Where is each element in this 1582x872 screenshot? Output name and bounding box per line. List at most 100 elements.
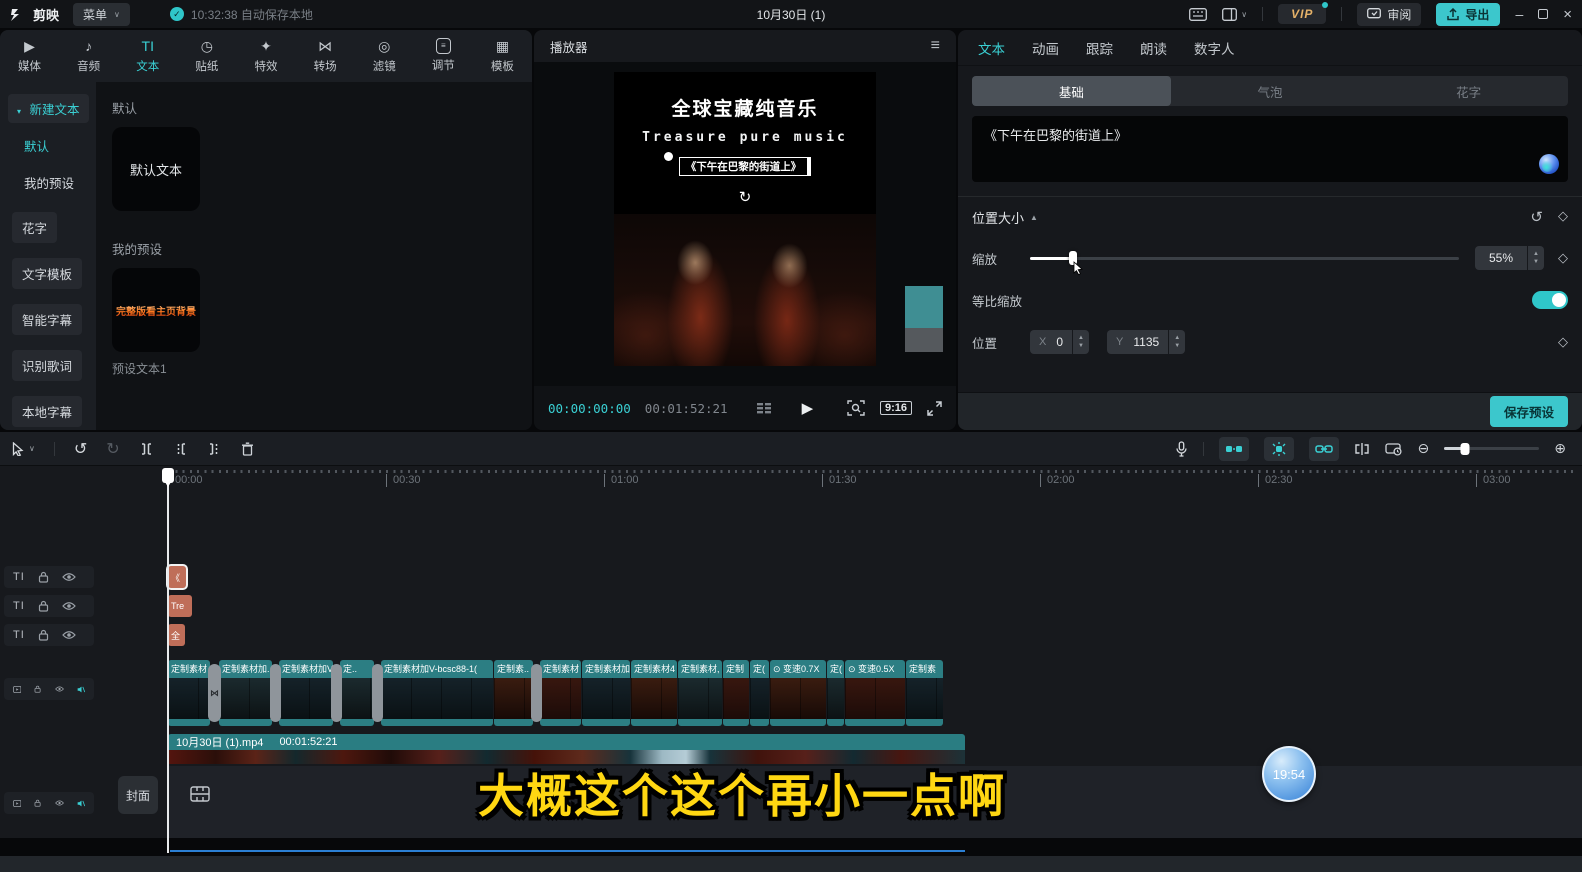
stepper-arrows[interactable]: ▲▼ — [1073, 330, 1089, 354]
video-clip[interactable]: 定制素 — [906, 660, 943, 726]
collapse-caret-icon[interactable]: ▲ — [1030, 213, 1038, 222]
save-preset-button[interactable]: 保存预设 — [1490, 396, 1568, 427]
text-clip[interactable]: 《 — [168, 566, 186, 588]
video-clip[interactable]: 定制素材, — [678, 660, 722, 726]
x-value[interactable]: 0 — [1056, 335, 1063, 349]
media-toolbar-tab[interactable]: ▶ 媒体 — [0, 30, 59, 82]
stepper-arrows[interactable]: ▲▼ — [1169, 330, 1185, 354]
lock-icon[interactable] — [38, 629, 49, 641]
video-preview[interactable]: 全球宝藏纯音乐 Treasure pure music 《下午在巴黎的街道上》 … — [614, 72, 876, 366]
media-toolbar-tab[interactable]: ⋈ 转场 — [296, 30, 355, 82]
text-clip[interactable]: 全 — [168, 624, 185, 646]
scroll-thumb[interactable] — [905, 286, 943, 328]
video-clip[interactable]: 定.. — [340, 660, 374, 726]
zoom-out-icon[interactable]: ⊖ — [1418, 440, 1430, 457]
inspector-subtab[interactable]: 气泡 — [1171, 76, 1370, 106]
video-clip[interactable]: 定制素.. — [494, 660, 533, 726]
vip-button[interactable]: VIP — [1278, 4, 1326, 24]
eye-icon[interactable] — [55, 684, 64, 694]
scale-slider[interactable] — [1030, 257, 1459, 260]
scale-value[interactable]: 55% — [1475, 246, 1527, 270]
video-clip[interactable]: 定制素材加V-bcsc88-1( — [381, 660, 493, 726]
window-minimize-button[interactable]: – — [1515, 6, 1523, 22]
video-clip[interactable]: 定制素材4 — [631, 660, 677, 726]
sidebar-item[interactable]: 新建文本 — [8, 94, 89, 123]
text-content-input[interactable]: 《下午在巴黎的街道上》 — [972, 116, 1568, 182]
inspector-tab[interactable]: 动画 — [1032, 38, 1059, 58]
timeline-ruler[interactable]: 00:00 00:30 01:00 01:30 02:00 02:30 03:0… — [168, 474, 1582, 487]
record-voiceover-icon[interactable] — [1175, 441, 1188, 457]
media-toolbar-tab[interactable]: ◎ 滤镜 — [355, 30, 414, 82]
video-clip[interactable]: 定制 — [723, 660, 749, 726]
audio-track-line[interactable] — [170, 850, 965, 852]
sidebar-item[interactable]: 我的预设 — [24, 168, 74, 197]
scale-value-stepper[interactable]: 55% ▲▼ — [1475, 246, 1544, 270]
layout-switch-button[interactable]: ∨ — [1222, 8, 1247, 21]
playhead-line[interactable] — [167, 481, 169, 853]
uniform-scale-toggle[interactable] — [1532, 291, 1568, 309]
lock-icon[interactable] — [38, 571, 49, 583]
keyframe-diamond-icon[interactable]: ◇ — [1558, 250, 1568, 266]
rotate-handle-icon[interactable]: ↻ — [614, 188, 876, 206]
sidebar-item[interactable]: 默认 — [24, 131, 49, 160]
menu-button[interactable]: 菜单 ∨ — [73, 3, 130, 26]
timeline-zoom-slider[interactable] — [1444, 447, 1539, 450]
eye-icon[interactable] — [62, 601, 76, 611]
undo-button[interactable]: ↺ — [74, 439, 87, 459]
overlay-subtitle-text[interactable]: Treasure pure music — [614, 130, 876, 145]
preview-focus-icon[interactable] — [847, 400, 865, 416]
video-clip[interactable] — [372, 664, 383, 722]
preview-axis-button[interactable] — [1309, 437, 1339, 461]
media-toolbar-tab[interactable]: TI 文本 — [118, 30, 177, 82]
video-clip[interactable]: ⋈ — [208, 664, 221, 722]
window-maximize-button[interactable] — [1538, 9, 1548, 19]
inspector-tab[interactable]: 数字人 — [1194, 38, 1235, 58]
zoom-slider-handle[interactable] — [1461, 443, 1470, 455]
stepper-arrows[interactable]: ▲▼ — [1528, 246, 1544, 270]
overlay-title-text[interactable]: 全球宝藏纯音乐 — [614, 94, 876, 121]
play-button[interactable]: ▶ — [802, 399, 814, 417]
mute-speaker-icon[interactable] — [77, 798, 85, 809]
shortcut-keyboard-icon[interactable] — [1189, 8, 1207, 21]
linkage-button[interactable] — [1264, 437, 1294, 461]
video-clip[interactable]: 定制素材 — [168, 660, 210, 726]
mute-speaker-icon[interactable] — [77, 684, 85, 695]
trim-left-button[interactable] — [173, 442, 188, 456]
preview-quality-icon[interactable] — [756, 401, 772, 415]
default-text-tile[interactable]: 默认文本 — [112, 127, 200, 211]
timeline-preview-icon[interactable] — [1385, 442, 1403, 456]
sidebar-item[interactable]: 花字 — [12, 212, 57, 243]
select-tool-button[interactable]: ∨ — [12, 442, 35, 456]
export-button[interactable]: 导出 — [1436, 3, 1500, 26]
video-clip[interactable] — [331, 664, 342, 722]
video-clip[interactable]: 定制素材加V.. — [279, 660, 333, 726]
media-toolbar-tab[interactable]: ◷ 贴纸 — [177, 30, 236, 82]
media-toolbar-tab[interactable]: ✦ 特效 — [236, 30, 295, 82]
eye-icon[interactable] — [55, 798, 64, 808]
timeline-scrollbar-area[interactable] — [0, 856, 1582, 872]
video-clip[interactable]: ⊙ 变速0.7X — [770, 660, 826, 726]
video-clip[interactable] — [270, 664, 281, 722]
trim-right-button[interactable] — [207, 442, 222, 456]
media-toolbar-tab[interactable]: ▦ 模板 — [473, 30, 532, 82]
text-clip[interactable]: Tre — [168, 595, 192, 617]
zoom-in-icon[interactable]: ⊕ — [1554, 440, 1566, 457]
player-menu-icon[interactable]: ≡ — [931, 37, 940, 55]
position-x-stepper[interactable]: X 0 ▲▼ — [1030, 330, 1089, 354]
overlay-caption-text[interactable]: 《下午在巴黎的街道上》 — [679, 157, 809, 176]
preset-text-tile[interactable]: 完整版看主页背景 — [112, 268, 200, 352]
inspector-tab[interactable]: 文本 — [978, 38, 1005, 58]
video-clip[interactable] — [531, 664, 542, 722]
inspector-subtab[interactable]: 基础 — [972, 76, 1171, 106]
video-clip[interactable]: 定( — [750, 660, 769, 726]
keyframe-diamond-icon[interactable]: ◇ — [1558, 208, 1568, 226]
linked-video-clip[interactable]: 10月30日 (1).mp4 00:01:52:21 — [168, 734, 965, 750]
inspector-tab[interactable]: 跟踪 — [1086, 38, 1113, 58]
inspector-subtab[interactable]: 花字 — [1369, 76, 1568, 106]
lock-icon[interactable] — [34, 683, 41, 695]
video-clip[interactable]: 定( — [827, 660, 844, 726]
delete-button[interactable] — [241, 442, 254, 456]
position-y-stepper[interactable]: Y 1135 ▲▼ — [1107, 330, 1185, 354]
eye-icon[interactable] — [62, 630, 76, 640]
auto-snap-button[interactable] — [1219, 437, 1249, 461]
